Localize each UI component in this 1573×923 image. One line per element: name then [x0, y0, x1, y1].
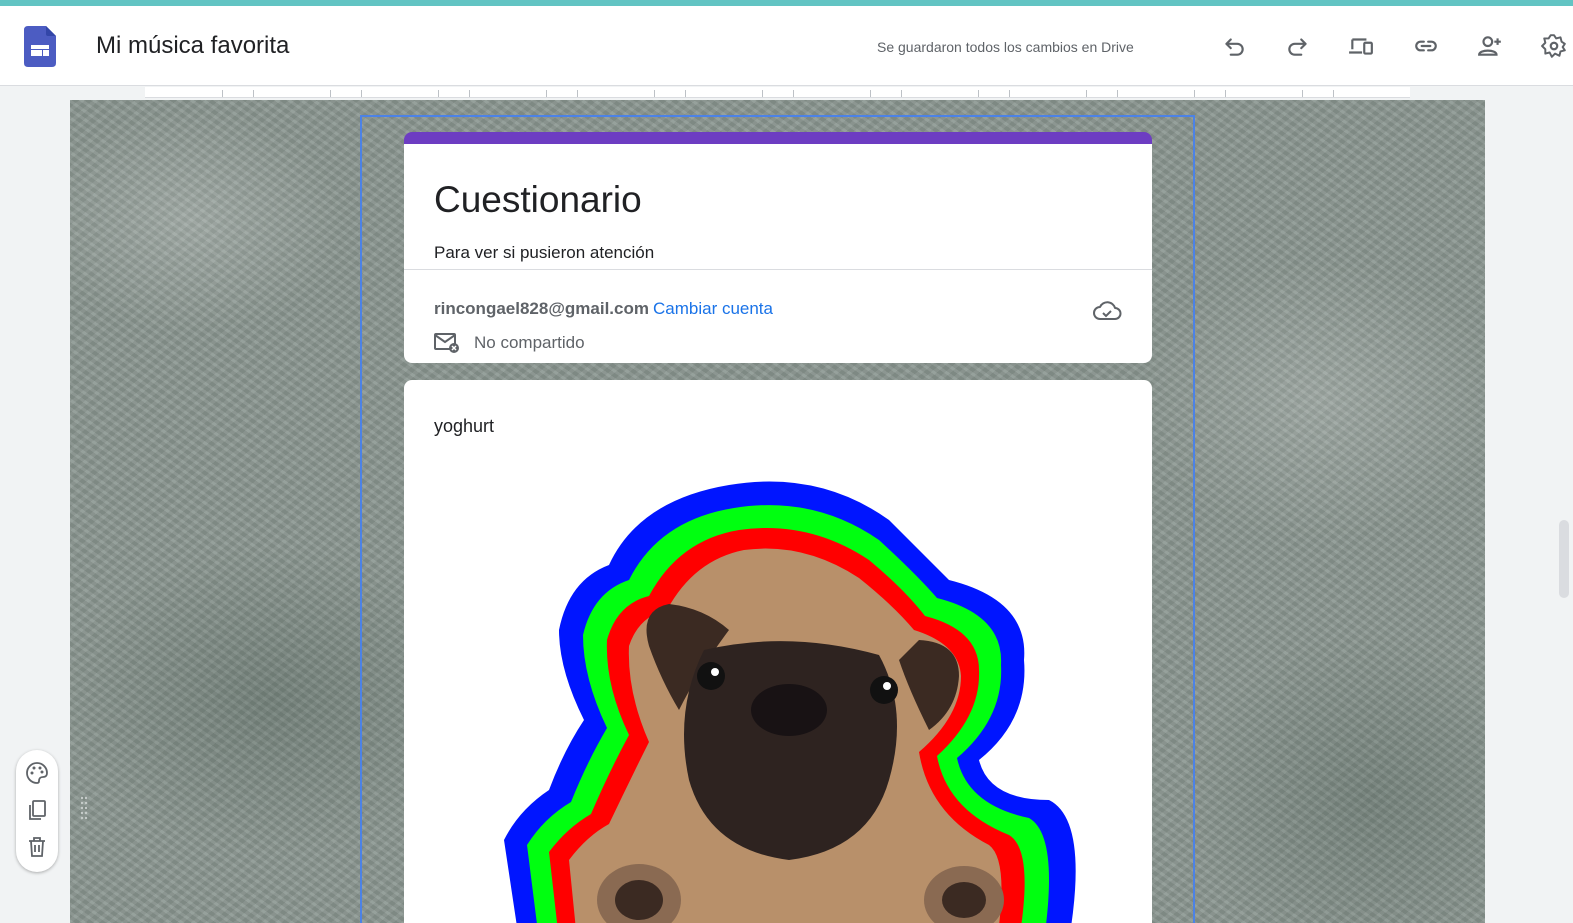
settings-button[interactable]: [1536, 28, 1572, 64]
share-status-row: No compartido: [434, 332, 585, 354]
ruler-tick: [222, 90, 223, 97]
ruler-tick: [654, 90, 655, 97]
ruler-tick: [685, 90, 686, 97]
account-row: rincongael828@gmail.com Cambiar cuenta: [434, 298, 773, 320]
link-icon: [1415, 40, 1437, 52]
ruler-tick: [330, 90, 331, 97]
preview-button[interactable]: [1343, 28, 1379, 64]
ruler-tick: [1117, 90, 1118, 97]
ruler-tick: [577, 90, 578, 97]
settings-icon: [1541, 34, 1566, 58]
sites-logo-icon[interactable]: [24, 26, 56, 67]
preview-devices-icon: [1349, 38, 1373, 55]
document-title[interactable]: Mi música favorita: [96, 31, 289, 61]
undo-icon: [1225, 38, 1244, 56]
ruler-tick: [901, 90, 902, 97]
ruler-tick: [438, 90, 439, 97]
ruler-tick: [793, 90, 794, 97]
form-header-card: Cuestionario Para ver si pusieron atenci…: [404, 132, 1152, 363]
ruler: [0, 87, 1573, 100]
save-status: Se guardaron todos los cambios en Drive: [877, 39, 1134, 55]
cloud-icon: [1093, 301, 1122, 320]
ruler-tick: [546, 90, 547, 97]
ruler-tick: [762, 90, 763, 97]
palette-icon[interactable]: [25, 761, 49, 785]
scrollbar-thumb[interactable]: [1559, 520, 1569, 598]
ruler-tick: [1333, 90, 1334, 97]
share-button[interactable]: [1472, 28, 1508, 64]
ruler-tick: [1009, 90, 1010, 97]
right-gutter: [1485, 100, 1573, 923]
app-bar: Mi música favorita Se guardaron todos lo…: [0, 6, 1573, 86]
switch-account-link[interactable]: Cambiar cuenta: [653, 299, 773, 318]
form-title: Cuestionario: [434, 179, 642, 220]
ruler-tick: [978, 90, 979, 97]
ruler-tick: [1302, 90, 1303, 97]
undo-button[interactable]: [1216, 28, 1252, 64]
question-text: yoghurt: [434, 416, 495, 436]
add-person-icon: [1478, 36, 1501, 56]
delete-icon[interactable]: [25, 835, 49, 859]
ruler-tick: [870, 90, 871, 97]
share-status: No compartido: [474, 333, 585, 352]
ruler-tick: [361, 90, 362, 97]
mail-off-icon: [434, 333, 459, 353]
question-card[interactable]: yoghurt: [404, 380, 1152, 923]
pug-sticker-image: [504, 481, 1076, 923]
copy-link-button[interactable]: [1408, 28, 1444, 64]
divider: [404, 269, 1152, 270]
duplicate-icon[interactable]: [25, 798, 49, 822]
redo-button[interactable]: [1280, 28, 1316, 64]
ruler-tick: [1086, 90, 1087, 97]
ruler-tick: [1225, 90, 1226, 97]
form-description: Para ver si pusieron atención: [434, 243, 655, 262]
ruler-track: [145, 87, 1410, 98]
ruler-tick: [1194, 90, 1195, 97]
account-email: rincongael828@gmail.com: [434, 299, 649, 318]
ruler-tick: [253, 90, 254, 97]
drag-handle-icon[interactable]: [80, 796, 88, 820]
section-side-toolbar: [16, 750, 58, 872]
ruler-tick: [469, 90, 470, 97]
redo-icon: [1288, 38, 1307, 56]
